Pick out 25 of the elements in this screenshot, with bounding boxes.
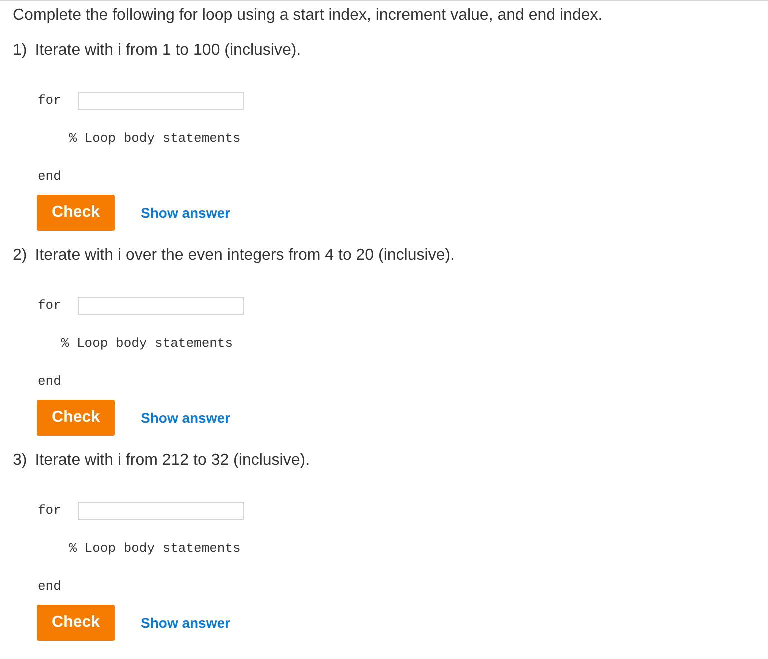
show-answer-link[interactable]: Show answer: [141, 202, 230, 224]
answer-field[interactable]: [78, 92, 244, 110]
show-answer-link[interactable]: Show answer: [141, 612, 230, 634]
question-number: 1): [13, 41, 28, 61]
code-keyword: for: [38, 92, 62, 110]
check-button[interactable]: Check: [37, 195, 115, 231]
check-button[interactable]: Check: [37, 605, 115, 641]
code-comment: % Loop body statements: [68, 130, 241, 148]
code-comment: % Loop body statements: [60, 335, 234, 353]
instructions: Complete the following for loop using a start index, increment value, and end index.: [13, 6, 603, 26]
code-keyword: end: [38, 578, 62, 596]
check-button[interactable]: Check: [37, 400, 115, 436]
question-prompt: Iterate with i over the even integers from 4 to 20 (inclusive).: [35, 246, 455, 266]
question-prompt: Iterate with i from 212 to 32 (inclusive).: [35, 451, 310, 471]
show-answer-link[interactable]: Show answer: [141, 408, 230, 428]
code-keyword: for: [38, 297, 62, 316]
question-number: 3): [13, 451, 28, 471]
answer-field[interactable]: [78, 297, 244, 315]
code-keyword: end: [38, 168, 62, 186]
question-number: 2): [13, 246, 28, 266]
code-keyword: end: [38, 373, 62, 391]
code-keyword: for: [38, 502, 62, 520]
code-comment: % Loop body statements: [68, 540, 241, 558]
answer-field[interactable]: [78, 502, 244, 520]
question-prompt: Iterate with i from 1 to 100 (inclusive).: [35, 41, 302, 61]
